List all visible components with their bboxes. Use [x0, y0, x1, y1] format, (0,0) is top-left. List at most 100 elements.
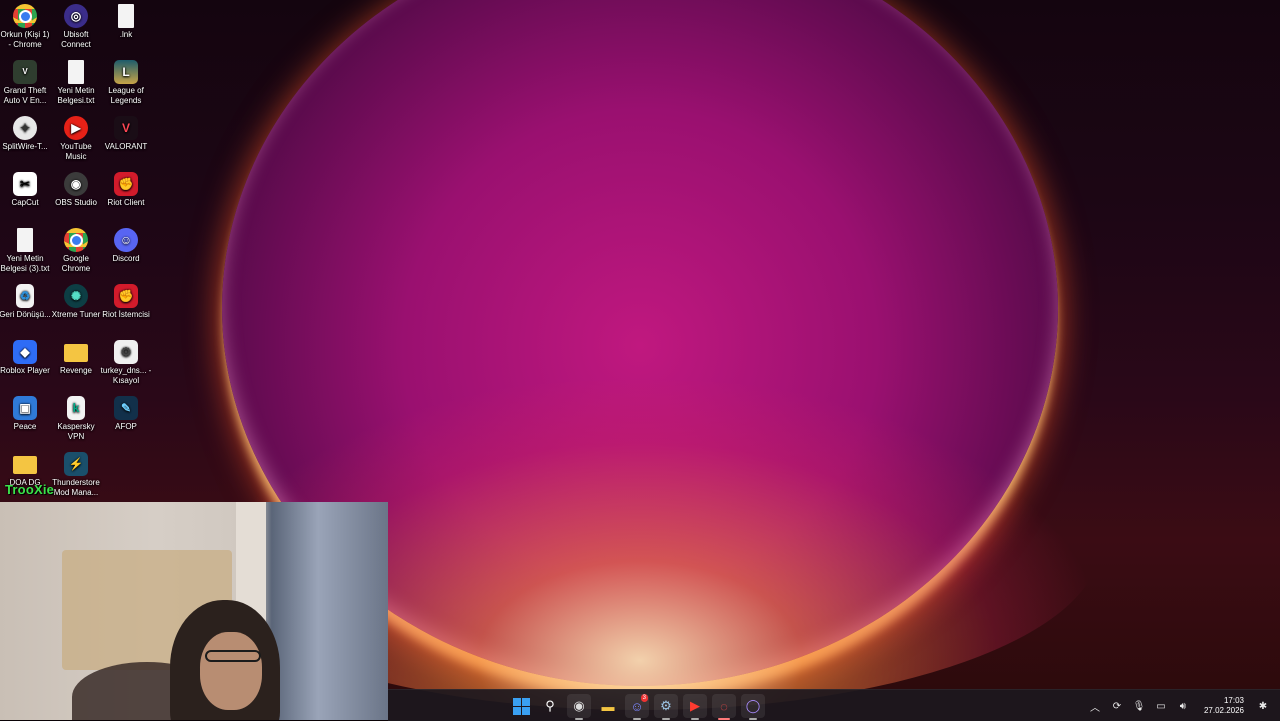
desktop-icon-obs[interactable]: ◉ OBS Studio: [51, 168, 101, 208]
desktop-icon-label: Roblox Player: [0, 366, 50, 375]
desktop-icon-label: Xtreme Tuner: [51, 310, 101, 319]
valorant-icon: V: [114, 116, 138, 140]
clock-date: 27.02.2026: [1203, 706, 1244, 715]
desktop-icon-label: League of Legends: [108, 86, 144, 105]
folder-icon: [13, 456, 37, 474]
desktop-icon-lnk[interactable]: .lnk: [101, 0, 151, 40]
desktop-icon-capcut[interactable]: ✂ CapCut: [0, 168, 50, 208]
text-file-icon: [68, 60, 84, 84]
chrome-icon: [13, 4, 37, 28]
desktop-icon-orkun-chrome[interactable]: Orkun (Kişi 1) - Chrome: [0, 0, 50, 50]
taskbar-apps: ⚲ ◉ ▬ ☺ 3 ⚙ ▶ ◌ ◯: [509, 694, 765, 720]
show-hidden-icons-button[interactable]: ︿: [1086, 697, 1104, 715]
desktop-icon-afop[interactable]: ✎ AFOP: [101, 392, 151, 432]
desktop-icon-thunderstore[interactable]: ⚡ Thunderstore Mod Mana...: [51, 448, 101, 498]
sync-icon: ⟳: [1112, 700, 1122, 712]
windows-icon: [512, 697, 530, 715]
discord-taskbar-button[interactable]: ☺ 3: [625, 694, 649, 720]
league-icon: L: [114, 60, 138, 84]
desktop-icon-ubisoft[interactable]: ◎ Ubisoft Connect: [51, 0, 101, 50]
system-tray: ︿ ⟳ 🎙︎ ▭ 🔊︎ 17:03 27.02.2026 ✱: [1086, 694, 1272, 718]
network-icon: ▭: [1156, 700, 1166, 712]
desktop-icon-riot-client[interactable]: ✊ Riot Client: [101, 168, 151, 208]
notification-icon: ✱: [1258, 700, 1268, 712]
splitwire-icon: ✦: [13, 116, 37, 140]
desktop-icon-label: Riot İstemcisi: [102, 310, 150, 319]
chevron-up-icon: ︿: [1089, 702, 1100, 714]
desktop-icon-label: .lnk: [119, 30, 133, 39]
webcam-overlay: [0, 502, 388, 720]
microphone-icon: 🎙︎: [1132, 700, 1146, 712]
chrome-icon: [64, 228, 88, 252]
start-button[interactable]: [509, 694, 533, 718]
desktop-icon-label: turkey_dns... - Kısayol: [100, 366, 152, 385]
folder-icon: [64, 344, 88, 362]
desktop-icon-label: Revenge: [59, 366, 93, 375]
desktop-icon-label: CapCut: [11, 198, 39, 207]
capcut-icon: ✂: [13, 172, 37, 196]
desktop-icon-label: Yeni Metin Belgesi (3).txt: [0, 254, 50, 273]
desktop-icon-league[interactable]: L League of Legends: [101, 56, 151, 106]
notification-center-button[interactable]: ✱: [1254, 697, 1272, 715]
recycle-bin-icon: ♻: [16, 284, 34, 308]
youtube-music-taskbar-button[interactable]: ▶: [683, 694, 707, 720]
desktop-icon-discord[interactable]: ☺ Discord: [101, 224, 151, 264]
search-button[interactable]: ⚲: [538, 694, 562, 718]
riot-taskbar-button[interactable]: ◌: [712, 694, 736, 720]
desktop-icon-label: Riot Client: [107, 198, 145, 207]
desktop-icon-label: Kaspersky VPN: [57, 422, 95, 441]
desktop-icon-xtreme-tuner[interactable]: ✺ Xtreme Tuner: [51, 280, 101, 320]
roblox-icon: ◆: [13, 340, 37, 364]
desktop-icon-revenge-folder[interactable]: Revenge: [51, 336, 101, 376]
desktop-icon-recycle-bin[interactable]: ♻ Geri Dönüşü...: [0, 280, 51, 320]
gta-icon: V: [13, 60, 37, 84]
clock-button[interactable]: 17:03 27.02.2026: [1204, 696, 1244, 716]
riot-icon: ✊: [114, 172, 138, 196]
thunderstore-icon: ⚡: [64, 452, 88, 476]
obs-icon: ◉: [64, 172, 88, 196]
desktop-icon-gta[interactable]: V Grand Theft Auto V En...: [0, 56, 50, 106]
speaker-icon: 🔊︎: [1179, 700, 1187, 712]
network-tray-button[interactable]: ▭: [1152, 697, 1170, 715]
desktop-icon-turkey-dns[interactable]: ⚙ turkey_dns... - Kısayol: [101, 336, 151, 386]
desktop-icon-label: SplitWire-T...: [2, 142, 48, 151]
desktop-icon-youtube-music[interactable]: ▶ YouTube Music: [51, 112, 101, 162]
xtreme-tuner-icon: ✺: [64, 284, 88, 308]
desktop-icon-label: Discord: [112, 254, 140, 263]
steam-icon: ⚙: [660, 698, 672, 713]
text-file-icon: [17, 228, 33, 252]
desktop-icon-text-file-3[interactable]: Yeni Metin Belgesi (3).txt: [0, 224, 50, 274]
folder-icon: ▬: [601, 698, 615, 714]
riot-icon: ◌: [720, 698, 728, 714]
shortcut-icon: ⚙: [114, 340, 138, 364]
desktop-icon-splitwire[interactable]: ✦ SplitWire-T...: [0, 112, 50, 152]
notification-badge: 3: [640, 694, 648, 702]
desktop-icon-valorant[interactable]: V VALORANT: [101, 112, 151, 152]
desktop-icon-grid: Orkun (Kişi 1) - Chrome ◎ Ubisoft Connec…: [0, 0, 152, 500]
peace-icon: ▣: [13, 396, 37, 420]
desktop-icon-label: VALORANT: [104, 142, 148, 151]
desktop-icon-google-chrome[interactable]: Google Chrome: [51, 224, 101, 274]
desktop-icon-riot-istemcisi[interactable]: ✊ Riot İstemcisi: [101, 280, 151, 320]
desktop-icon-label: Grand Theft Auto V En...: [3, 86, 47, 105]
desktop-icon-text-file[interactable]: Yeni Metin Belgesi.txt: [51, 56, 101, 106]
desktop-icon-label: Google Chrome: [61, 254, 91, 273]
file-explorer-button[interactable]: ▬: [596, 694, 620, 718]
desktop-icon-label: Ubisoft Connect: [61, 30, 91, 49]
webcam-person-face: [200, 632, 262, 710]
file-icon: [118, 4, 134, 28]
webcam-glasses: [205, 650, 261, 662]
microphone-tray-button[interactable]: 🎙︎: [1130, 697, 1148, 715]
desktop-icon-peace[interactable]: ▣ Peace: [0, 392, 50, 432]
volume-tray-button[interactable]: 🔊︎: [1174, 697, 1192, 715]
clock-time: 17:03: [1223, 696, 1244, 705]
streamer-brand-overlay: TrooXie: [5, 482, 55, 497]
desktop-icon-roblox[interactable]: ◆ Roblox Player: [0, 336, 50, 376]
obs-icon: ◉: [573, 698, 585, 713]
obs-taskbar-button[interactable]: ◉: [567, 694, 591, 720]
desktop-icon-label: Orkun (Kişi 1) - Chrome: [0, 30, 50, 49]
sync-tray-button[interactable]: ⟳: [1108, 697, 1126, 715]
app-taskbar-button[interactable]: ◯: [741, 694, 765, 720]
desktop-icon-kaspersky[interactable]: k Kaspersky VPN: [51, 392, 101, 442]
steam-taskbar-button[interactable]: ⚙: [654, 694, 678, 720]
